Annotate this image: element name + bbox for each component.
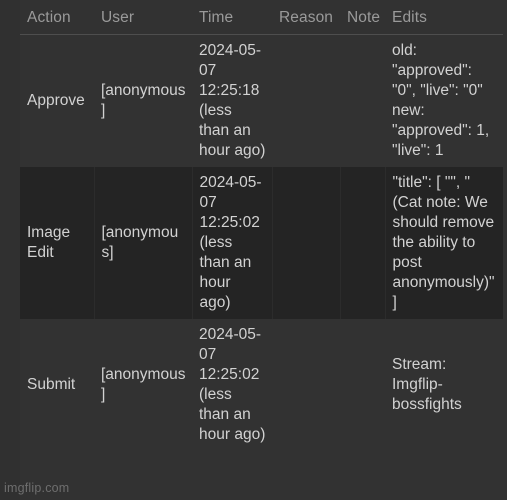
cell-user: [anonymous]: [94, 34, 192, 167]
cell-user: [anonymous]: [94, 319, 192, 451]
table-row: Approve [anonymous] 2024-05-07 12:25:18 …: [20, 34, 503, 167]
moderation-log-page: Action User Time Reason Note Edits Appro…: [0, 0, 507, 500]
table-row: Image Edit [anonymous] 2024-05-07 12:25:…: [20, 167, 503, 319]
cell-time: 2024-05-07 12:25:02 (less than an hour a…: [192, 319, 272, 451]
column-header-action[interactable]: Action: [20, 0, 94, 35]
cell-reason: [272, 34, 340, 167]
cell-reason: [272, 319, 340, 451]
cell-reason: [272, 167, 341, 319]
column-header-time[interactable]: Time: [192, 0, 272, 35]
moderation-log-table: Action User Time Reason Note Edits Appro…: [20, 0, 503, 451]
cell-time: 2024-05-07 12:25:18 (less than an hour a…: [192, 34, 272, 167]
column-header-reason[interactable]: Reason: [272, 0, 340, 35]
column-header-note[interactable]: Note: [340, 0, 385, 35]
cell-note: [340, 167, 386, 319]
cell-action: Image Edit: [20, 167, 95, 319]
cell-edits: Stream: Imgflip-bossfights: [385, 319, 503, 451]
cell-edits: "title": [ "", "(Cat note: We should rem…: [385, 167, 503, 319]
table-header: Action User Time Reason Note Edits: [20, 0, 503, 35]
cell-note: [340, 34, 385, 167]
table-row: Submit [anonymous] 2024-05-07 12:25:02 (…: [20, 319, 503, 451]
left-gutter: [0, 0, 20, 500]
cell-action: Submit: [20, 319, 94, 451]
table-header-row: Action User Time Reason Note Edits: [20, 0, 503, 35]
cell-action: Approve: [20, 34, 94, 167]
cell-edits: old: "approved": "0", "live": "0" new: "…: [385, 34, 503, 167]
table-body: Approve [anonymous] 2024-05-07 12:25:18 …: [20, 34, 503, 451]
cell-time: 2024-05-07 12:25:02 (less than an hour a…: [192, 167, 273, 319]
cell-user: [anonymous]: [94, 167, 193, 319]
column-header-edits[interactable]: Edits: [385, 0, 503, 35]
cell-note: [340, 319, 385, 451]
column-header-user[interactable]: User: [94, 0, 192, 35]
